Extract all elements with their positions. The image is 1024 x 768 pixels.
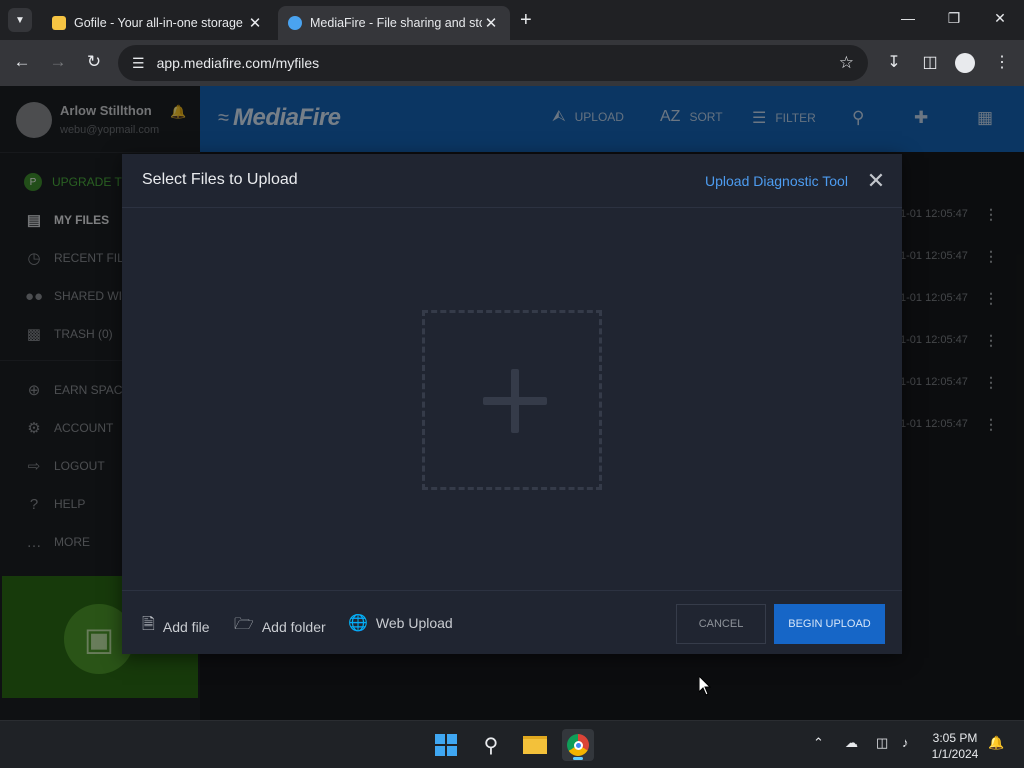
add-file-icon: 🗎 [142, 616, 155, 633]
active-indicator [573, 757, 583, 760]
tab-title: MediaFire - File sharing and sto [310, 16, 482, 30]
restore-icon[interactable]: ❐ [944, 10, 964, 27]
web-upload-button[interactable]: 🌐 Web Upload [348, 613, 453, 633]
dialog-header: Select Files to Upload Upload Diagnostic… [122, 154, 902, 208]
cancel-button[interactable]: CANCEL [676, 604, 766, 644]
browser-menu-icon[interactable]: ⋮ [991, 52, 1013, 72]
web-upload-label: Web Upload [375, 615, 453, 631]
upload-diagnostic-link[interactable]: Upload Diagnostic Tool [705, 173, 848, 189]
arrow-right-icon: → [49, 52, 67, 71]
tab-gofile[interactable]: Gofile - Your all-in-one storage ✕ [42, 6, 274, 40]
file-dropzone[interactable] [422, 310, 602, 490]
forward-button[interactable]: → [47, 52, 69, 72]
site-settings-icon[interactable]: ☰ [132, 55, 145, 72]
tab-mediafire[interactable]: MediaFire - File sharing and sto ✕ [278, 6, 510, 40]
mediafire-page: Arlow Stillthon webu@yopmail.com 🔔 P UPG… [0, 86, 1024, 720]
tab-search-button[interactable]: ▼ [8, 8, 32, 32]
search-icon[interactable]: ⚲ [475, 729, 507, 761]
chevron-down-icon: ▼ [15, 14, 25, 26]
system-clock[interactable]: 3:05 PM 1/1/2024 [920, 730, 990, 762]
back-button[interactable]: ← [11, 52, 33, 72]
add-file-button[interactable]: 🗎 Add file [142, 613, 210, 640]
download-icon[interactable]: ↧ [883, 52, 905, 72]
add-folder-button[interactable]: 🗁 Add folder [234, 613, 326, 640]
begin-upload-button[interactable]: BEGIN UPLOAD [774, 604, 885, 644]
minimize-icon[interactable]: — [898, 10, 918, 26]
upload-dialog: Select Files to Upload Upload Diagnostic… [122, 154, 902, 654]
window-close-icon[interactable]: ✕ [990, 10, 1010, 27]
bookmark-star-icon[interactable]: ☆ [839, 53, 854, 73]
windows-logo-icon [435, 734, 457, 756]
file-explorer-icon[interactable] [519, 729, 551, 761]
new-tab-button[interactable]: + [520, 9, 532, 32]
tab-close-icon[interactable]: ✕ [246, 14, 264, 32]
plus-icon [483, 397, 547, 405]
chrome-icon[interactable] [562, 729, 594, 761]
notification-bell-icon[interactable]: 🔔 [988, 735, 1004, 751]
reload-button[interactable]: ↻ [83, 52, 105, 72]
clock-date: 1/1/2024 [931, 747, 979, 761]
volume-icon[interactable]: ♪ [902, 735, 909, 750]
close-icon[interactable]: ✕ [866, 168, 886, 194]
side-panel-icon[interactable]: ◫ [919, 52, 941, 72]
url-text[interactable]: app.mediafire.com/myfiles [157, 55, 320, 71]
onedrive-icon[interactable]: ☁ [845, 735, 858, 751]
browser-tab-strip: ▼ Gofile - Your all-in-one storage ✕ Med… [0, 0, 1024, 40]
globe-icon: 🌐 [348, 615, 368, 632]
dialog-footer: 🗎 Add file 🗁 Add folder 🌐 Web Upload CAN… [122, 590, 902, 654]
address-bar[interactable]: ☰ app.mediafire.com/myfiles ☆ [118, 45, 868, 81]
dialog-title: Select Files to Upload [142, 171, 298, 188]
gofile-favicon-icon [52, 16, 66, 30]
profile-avatar-icon[interactable] [955, 53, 975, 73]
tab-title: Gofile - Your all-in-one storage [74, 16, 243, 30]
reload-icon: ↻ [86, 52, 102, 71]
add-folder-icon: 🗁 [234, 616, 254, 633]
start-button[interactable] [430, 729, 462, 761]
chevron-up-icon[interactable]: ⌃ [813, 735, 824, 751]
tab-close-icon[interactable]: ✕ [482, 14, 500, 32]
arrow-left-icon: ← [13, 52, 31, 71]
mouse-cursor-icon [699, 676, 711, 696]
clock-time: 3:05 PM [932, 731, 978, 745]
mediafire-favicon-icon [288, 16, 302, 30]
add-file-label: Add file [162, 618, 210, 635]
network-icon[interactable]: ◫ [876, 735, 888, 751]
add-folder-label: Add folder [261, 618, 326, 635]
browser-toolbar: ← → ↻ ☰ app.mediafire.com/myfiles ☆ ↧ ◫ … [0, 40, 1024, 86]
taskbar: ⚲ ⌃ ☁ ◫ ♪ 3:05 PM 1/1/2024 🔔 [0, 720, 1024, 768]
